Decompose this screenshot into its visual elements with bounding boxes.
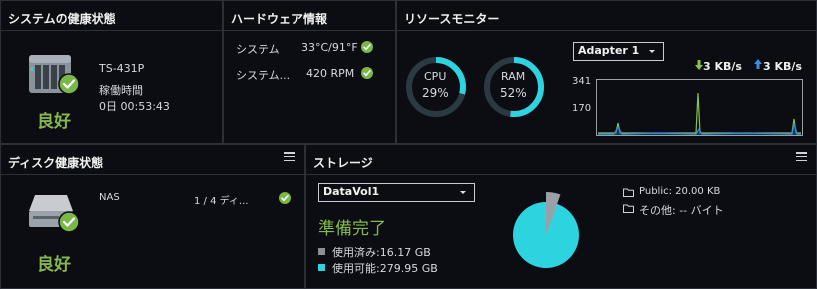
upload-rate: 3 KB/s bbox=[763, 60, 802, 73]
folder-icon bbox=[623, 204, 634, 213]
hw-fan-value: 420 RPM bbox=[306, 67, 355, 80]
available-space: 使用可能:279.95 GB bbox=[332, 262, 438, 275]
storage-panel: ストレージ DataVol1 準備完了 使用済み:16.17 GB 使用可能:2… bbox=[305, 144, 817, 289]
check-icon bbox=[361, 41, 373, 53]
hw-row-label: システム bbox=[236, 43, 280, 56]
volume-select[interactable]: DataVol1 bbox=[318, 183, 475, 202]
uptime-label: 稼働時間 bbox=[99, 84, 143, 97]
disk-health-panel: ディスク健康状態 NAS 1 / 4 ディ... 良好 bbox=[0, 144, 305, 289]
network-traffic-chart bbox=[596, 79, 803, 136]
upload-arrow-icon bbox=[754, 59, 762, 69]
divider bbox=[397, 30, 816, 31]
volume-status: 準備完了 bbox=[318, 219, 386, 239]
download-arrow-icon bbox=[695, 60, 703, 70]
used-space: 使用済み:16.17 GB bbox=[332, 246, 431, 259]
adapter-select[interactable]: Adapter 1 bbox=[573, 42, 664, 61]
resource-monitor-title: リソースモニター bbox=[404, 12, 500, 26]
cpu-value: 29% bbox=[422, 86, 449, 100]
resource-monitor-panel: リソースモニター CPU 29% RAM 52% Adapter 1 3 KB/… bbox=[396, 0, 817, 144]
storage-title: ストレージ bbox=[313, 156, 373, 170]
list-icon[interactable] bbox=[284, 152, 295, 161]
disk-health-title: ディスク健康状態 bbox=[8, 156, 104, 170]
system-health-panel: システムの健康状態 TS-431P 稼働時間 0日 00:53:43 良好 bbox=[0, 0, 223, 144]
disk-status-text: 良好 bbox=[37, 255, 71, 275]
model-name: TS-431P bbox=[99, 62, 145, 75]
ram-label: RAM bbox=[501, 70, 526, 83]
hard-disk-icon bbox=[29, 195, 80, 233]
nas-device-icon bbox=[29, 55, 80, 95]
hw-temperature-value: 33°C/91°F bbox=[301, 41, 358, 54]
chevron-down-icon bbox=[460, 191, 466, 194]
used-legend-swatch bbox=[318, 248, 325, 255]
hardware-title: ハードウェア情報 bbox=[231, 12, 328, 26]
storage-pie-chart bbox=[513, 192, 579, 268]
check-icon bbox=[279, 192, 291, 204]
public-share-size: Public: 20.00 KB bbox=[639, 186, 721, 197]
download-rate: 3 KB/s bbox=[703, 60, 742, 73]
chevron-down-icon bbox=[649, 50, 655, 53]
y-axis-tick-mid: 170 bbox=[572, 103, 592, 114]
folder-icon bbox=[623, 188, 634, 197]
divider bbox=[1, 30, 222, 31]
disk-name: NAS bbox=[99, 192, 120, 203]
divider bbox=[224, 30, 395, 31]
check-icon bbox=[361, 67, 373, 79]
divider bbox=[306, 174, 816, 175]
ram-value: 52% bbox=[500, 86, 527, 100]
other-share-size: その他: -- バイト bbox=[639, 204, 724, 217]
uptime-value: 0日 00:53:43 bbox=[99, 100, 170, 113]
available-legend-swatch bbox=[318, 264, 325, 271]
list-icon[interactable] bbox=[796, 152, 807, 161]
hw-row-label: システム... bbox=[236, 69, 291, 82]
adapter-select-value: Adapter 1 bbox=[578, 44, 640, 57]
volume-select-value: DataVol1 bbox=[323, 185, 380, 198]
disk-count: 1 / 4 ディ... bbox=[194, 196, 249, 207]
cpu-label: CPU bbox=[424, 70, 447, 83]
hardware-panel: ハードウェア情報 システム 33°C/91°F システム... 420 RPM bbox=[223, 0, 396, 144]
system-health-title: システムの健康状態 bbox=[8, 12, 116, 26]
system-status-text: 良好 bbox=[37, 112, 71, 132]
y-axis-tick-top: 341 bbox=[572, 76, 592, 87]
divider bbox=[1, 174, 304, 175]
